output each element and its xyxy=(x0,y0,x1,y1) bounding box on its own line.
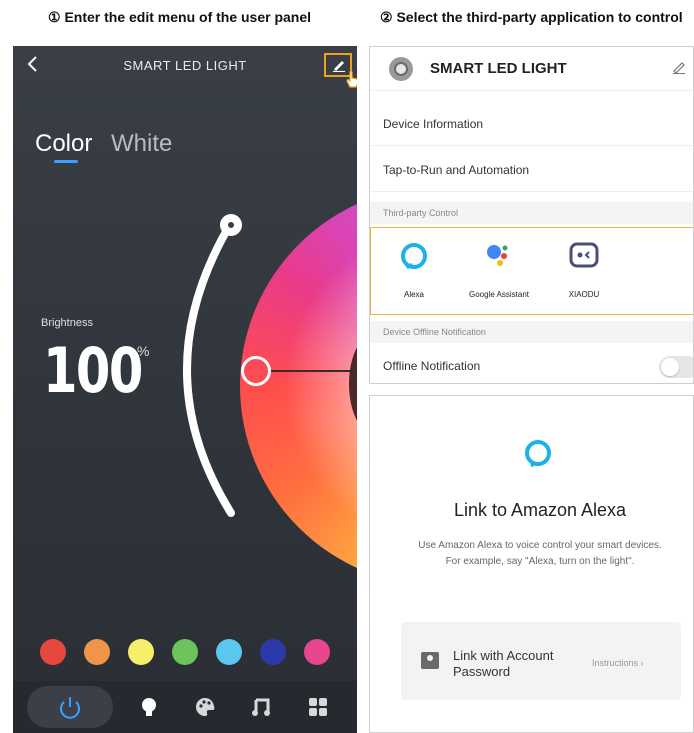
rename-button[interactable] xyxy=(672,60,686,74)
link-with-account-button[interactable]: Link with Account Password Instructions … xyxy=(401,622,681,700)
alexa-app[interactable]: Alexa xyxy=(379,228,449,316)
step1-caption: ① Enter the edit menu of the user panel xyxy=(48,9,312,25)
top-bar: SMART LED LIGHT xyxy=(13,46,357,88)
offline-header: Device Offline Notification xyxy=(370,321,693,343)
grid-icon[interactable] xyxy=(307,696,329,718)
pencil-icon xyxy=(333,61,345,72)
palette-icon[interactable] xyxy=(194,696,216,718)
step2-caption: ② Select the third-party application to … xyxy=(380,9,683,25)
power-icon xyxy=(60,697,80,719)
music-icon[interactable] xyxy=(250,696,272,718)
brightness-unit: % xyxy=(137,343,150,359)
light-control-panel: SMART LED LIGHT Color White Brightness 1… xyxy=(13,46,357,733)
third-party-apps: Alexa Google Assistant XIAODU xyxy=(370,227,693,316)
instructions-link[interactable]: Instructions › xyxy=(592,658,644,668)
account-line2: Password xyxy=(453,664,511,679)
brightness-slider[interactable] xyxy=(173,211,253,531)
google-assistant-label: Google Assistant xyxy=(468,290,530,299)
device-logo-icon xyxy=(389,57,413,81)
hand-pointer-icon xyxy=(346,70,357,88)
device-settings-panel: SMART LED LIGHT Device Information Tap-t… xyxy=(369,46,694,384)
color-swatch[interactable] xyxy=(172,639,198,665)
xiaodu-icon xyxy=(569,242,599,268)
account-line1: Link with Account xyxy=(453,648,554,663)
link-title: Link to Amazon Alexa xyxy=(453,500,627,520)
color-swatch[interactable] xyxy=(216,639,242,665)
picker-line xyxy=(271,370,357,372)
alexa-icon xyxy=(401,243,427,270)
alexa-link-panel: Link to Amazon Alexa Use Amazon Alexa to… xyxy=(369,395,694,733)
google-assistant-icon xyxy=(487,245,508,266)
color-wheel[interactable] xyxy=(240,186,357,586)
color-swatch[interactable] xyxy=(260,639,286,665)
third-party-header: Third-party Control xyxy=(370,202,693,224)
tap-to-run-row[interactable]: Tap-to-Run and Automation xyxy=(370,148,693,192)
active-tab-indicator xyxy=(54,160,78,163)
alexa-label: Alexa xyxy=(403,290,424,299)
alexa-icon xyxy=(525,440,551,468)
brightness-value: 100 xyxy=(43,334,143,407)
color-swatch[interactable] xyxy=(128,639,154,665)
color-swatch[interactable] xyxy=(304,639,330,665)
color-swatch[interactable] xyxy=(40,639,66,665)
xiaodu-app[interactable]: XIAODU xyxy=(549,228,619,316)
account-icon xyxy=(421,652,439,669)
page-title: SMART LED LIGHT xyxy=(123,58,247,73)
settings-title: SMART LED LIGHT xyxy=(430,60,567,77)
offline-notification-row: Offline Notification xyxy=(383,359,481,373)
device-information-row[interactable]: Device Information xyxy=(370,102,693,146)
color-swatch[interactable] xyxy=(84,639,110,665)
pencil-icon xyxy=(673,62,685,74)
google-assistant-app[interactable]: Google Assistant xyxy=(464,228,534,316)
link-example: For example, say "Alexa, turn on the lig… xyxy=(445,556,635,567)
tab-white[interactable]: White xyxy=(111,130,172,158)
power-button[interactable] xyxy=(27,686,113,728)
offline-notification-toggle[interactable] xyxy=(659,356,693,378)
settings-header: SMART LED LIGHT xyxy=(370,47,693,91)
bulb-icon[interactable] xyxy=(138,696,160,718)
brightness-label: Brightness xyxy=(41,317,93,329)
tab-color[interactable]: Color xyxy=(35,130,92,158)
link-description: Use Amazon Alexa to voice control your s… xyxy=(418,540,662,551)
xiaodu-label: XIAODU xyxy=(568,290,600,299)
